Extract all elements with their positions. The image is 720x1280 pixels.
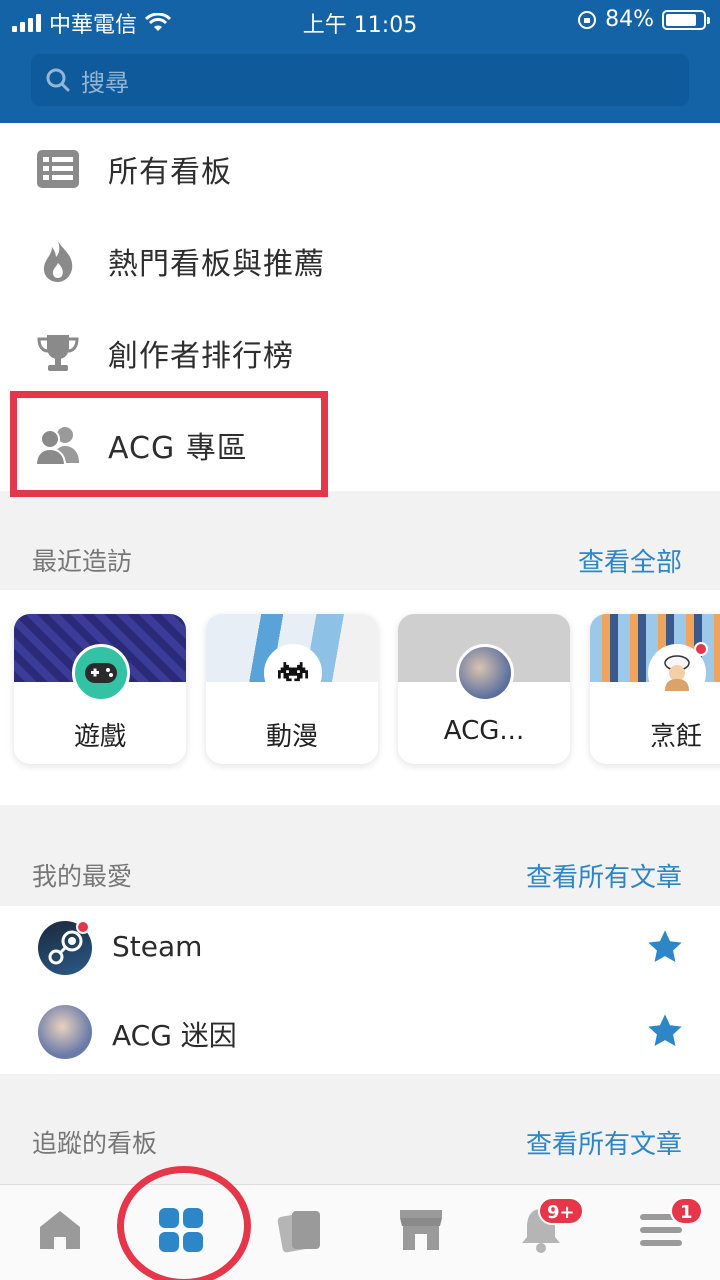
followed-section-header: 追蹤的看板 查看所有文章 bbox=[0, 1112, 720, 1172]
recent-view-all-link[interactable]: 查看全部 bbox=[578, 542, 682, 579]
battery-percent: 84% bbox=[605, 7, 654, 32]
favorite-item-steam[interactable]: Steam bbox=[0, 906, 720, 990]
menu-item-hot-boards[interactable]: 熱門看板與推薦 bbox=[0, 215, 720, 307]
highlight-annotation-box bbox=[10, 391, 328, 497]
header-bar: 中華電信 上午 11:05 84% 搜尋 bbox=[0, 0, 720, 123]
unread-dot bbox=[76, 920, 90, 934]
menu-label-hot-boards: 熱門看板與推薦 bbox=[108, 247, 325, 282]
search-placeholder: 搜尋 bbox=[81, 68, 129, 97]
recent-card-name: 烹飪 bbox=[649, 722, 702, 752]
followed-view-all-link[interactable]: 查看所有文章 bbox=[526, 1124, 682, 1161]
home-icon bbox=[40, 1211, 80, 1249]
menu-badge: 1 bbox=[670, 1197, 703, 1225]
menu-label-all-boards: 所有看板 bbox=[108, 155, 232, 190]
followed-title: 追蹤的看板 bbox=[32, 1129, 158, 1158]
notifications-tab[interactable]: 9+ bbox=[516, 1197, 584, 1255]
cards-icon bbox=[277, 1211, 320, 1253]
recent-card-name: 動漫 bbox=[265, 722, 318, 752]
favorites-list: Steam ACG 迷因 bbox=[0, 906, 720, 1074]
menu-item-creator-rank[interactable]: 創作者排行榜 bbox=[0, 307, 720, 399]
recent-card-cooking[interactable]: 烹飪 bbox=[590, 614, 720, 764]
cards-tab[interactable] bbox=[275, 1205, 325, 1255]
list-icon bbox=[35, 146, 81, 192]
favorites-view-all-link[interactable]: 查看所有文章 bbox=[526, 857, 682, 894]
search-icon bbox=[46, 68, 70, 92]
more-menu-tab[interactable]: 1 bbox=[636, 1197, 703, 1255]
bottom-nav: 9+ 1 bbox=[0, 1184, 720, 1280]
acg-avatar bbox=[456, 644, 514, 702]
search-input[interactable]: 搜尋 bbox=[31, 54, 689, 106]
shop-tab[interactable] bbox=[396, 1205, 446, 1255]
favorite-name: ACG 迷因 bbox=[112, 1019, 237, 1052]
clock: 上午 11:05 bbox=[302, 13, 418, 38]
recent-title: 最近造訪 bbox=[32, 547, 133, 576]
recent-boards-carousel[interactable]: 遊戲 動漫 ACG... 烹飪 bbox=[0, 590, 720, 805]
favorite-name: Steam bbox=[112, 930, 203, 963]
recent-card-acg[interactable]: ACG... bbox=[398, 614, 570, 764]
recent-card-name: 遊戲 bbox=[73, 722, 126, 752]
favorites-section-header: 我的最愛 查看所有文章 bbox=[0, 845, 720, 905]
acg-meme-avatar bbox=[38, 1005, 92, 1059]
favorite-item-acg-meme[interactable]: ACG 迷因 bbox=[0, 990, 720, 1074]
trophy-icon bbox=[35, 330, 81, 376]
favorites-title: 我的最愛 bbox=[32, 862, 133, 891]
notifications-badge: 9+ bbox=[538, 1197, 584, 1225]
status-bar: 中華電信 上午 11:05 84% bbox=[0, 0, 720, 40]
star-icon[interactable] bbox=[646, 1012, 684, 1050]
recent-card-anime[interactable]: 動漫 bbox=[206, 614, 378, 764]
recent-card-name: ACG... bbox=[443, 716, 525, 746]
recent-section-header: 最近造訪 查看全部 bbox=[0, 530, 720, 590]
shop-icon bbox=[400, 1210, 442, 1250]
flame-icon bbox=[35, 238, 81, 284]
star-icon[interactable] bbox=[646, 928, 684, 966]
menu-label-creator-rank: 創作者排行榜 bbox=[108, 339, 294, 374]
gamepad-icon bbox=[72, 644, 130, 702]
rotation-lock-icon bbox=[578, 10, 597, 29]
unread-dot bbox=[694, 642, 708, 656]
home-tab[interactable] bbox=[35, 1205, 85, 1255]
battery-icon bbox=[662, 9, 710, 30]
menu-item-all-boards[interactable]: 所有看板 bbox=[0, 123, 720, 215]
recent-card-games[interactable]: 遊戲 bbox=[14, 614, 186, 764]
highlight-annotation-circle bbox=[117, 1166, 251, 1280]
space-invader-icon bbox=[264, 644, 322, 702]
